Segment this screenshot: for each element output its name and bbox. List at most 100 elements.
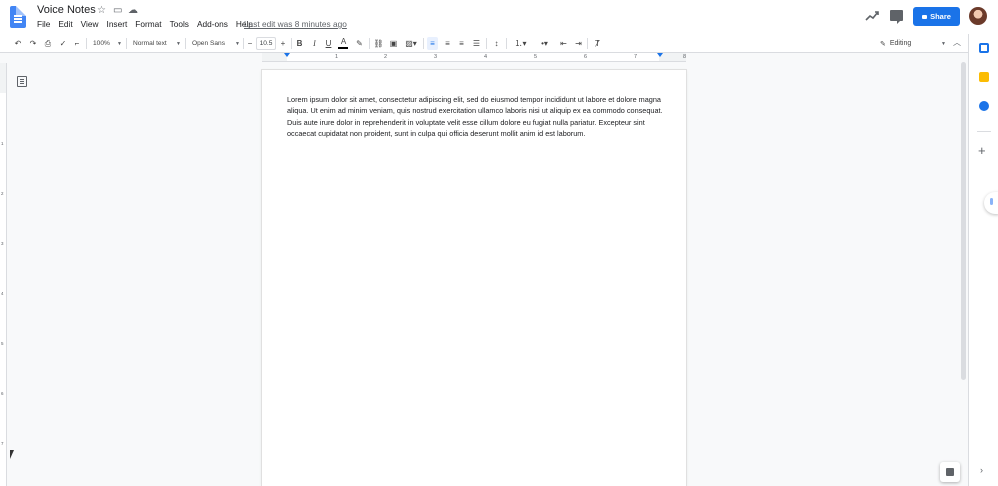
insert-link-icon[interactable]: ⛓ [373,37,384,50]
ruler-number: 6 [1,391,4,396]
vertical-ruler-body [0,93,6,486]
line-spacing-icon[interactable]: ↕ [491,37,502,50]
title-bar: Voice Notes ☆ ▭ ☁ File Edit View Insert … [0,0,998,34]
toolbar-divider [291,38,292,49]
ruler-number: 6 [584,54,588,60]
increase-indent-icon[interactable]: ⇥ [573,37,584,50]
ruler-number: 3 [1,241,4,246]
menu-insert[interactable]: Insert [107,19,128,29]
ruler-number: 7 [634,54,638,60]
toolbar-divider [243,38,244,49]
menu-format[interactable]: Format [135,19,161,29]
explore-icon[interactable] [940,462,960,482]
ruler-number: 5 [1,341,4,346]
ruler-number: 1 [335,54,339,60]
document-page[interactable]: Lorem ipsum dolor sit amet, consectetur … [262,70,686,486]
add-comment-icon[interactable]: ▣ [388,37,399,50]
spellcheck-icon[interactable]: ✓ [57,37,69,50]
ruler-number: 4 [1,291,4,296]
activity-dashboard-icon[interactable] [864,8,880,24]
menu-tools[interactable]: Tools [170,19,189,29]
paragraph-style-value: Normal text [133,40,167,47]
star-icon[interactable]: ☆ [97,5,106,17]
lock-icon [922,14,928,19]
ruler-number: 1 [1,141,4,146]
toolbar-divider [369,38,370,49]
hide-menus-icon[interactable]: ︿ [953,37,961,48]
ruler-number: 8 [683,54,687,60]
editing-mode-value: Editing [889,40,912,47]
chevron-right-icon[interactable]: › [980,465,983,475]
italic-button[interactable]: I [309,37,320,50]
highlight-color-icon[interactable]: ✎ [354,37,365,50]
horizontal-ruler[interactable]: 1 2 3 4 5 6 7 8 [262,53,686,62]
editing-mode-select[interactable]: ✎ Editing ▼ [880,37,946,50]
align-center-icon[interactable]: ≡ [442,37,453,50]
tasks-icon[interactable] [979,101,989,111]
zoom-value: 100% [93,40,110,47]
vertical-scrollbar[interactable] [961,62,966,380]
paint-format-icon[interactable]: ⌐ [71,37,83,50]
ruler-number: 2 [1,191,4,196]
chevron-down-icon: ▼ [941,40,946,47]
font-select[interactable]: Open Sans ▼ [192,37,240,50]
ruler-number: 3 [434,54,438,60]
redo-icon[interactable]: ↷ [27,37,39,50]
increase-font-size-button[interactable]: + [278,37,288,50]
document-title[interactable]: Voice Notes [37,4,96,16]
comment-history-icon[interactable] [890,10,903,24]
voice-typing-icon[interactable] [984,192,998,214]
google-docs-window: Voice Notes ☆ ▭ ☁ File Edit View Insert … [0,0,998,486]
numbered-list-icon[interactable]: ⒈▾ [510,37,531,50]
account-avatar[interactable] [969,7,987,25]
text-color-swatch [338,47,348,49]
insert-image-icon[interactable]: ▨▾ [402,37,420,50]
justify-icon[interactable]: ☰ [471,37,482,50]
last-edit-link[interactable]: Last edit was 8 minutes ago [244,19,347,29]
menu-add-ons[interactable]: Add-ons [197,19,228,29]
left-indent-marker[interactable] [284,53,290,57]
share-label: Share [930,12,951,21]
docs-logo-icon[interactable] [10,6,26,28]
share-button[interactable]: Share [913,7,960,26]
underline-button[interactable]: U [323,37,334,50]
font-size-input[interactable]: 10.5 [256,37,276,50]
vertical-ruler[interactable]: 1 2 3 4 5 6 7 [0,63,7,486]
menu-file[interactable]: File [37,19,50,29]
align-left-icon[interactable]: ≡ [427,37,438,50]
chevron-down-icon: ▼ [235,40,240,47]
toolbar-divider [486,38,487,49]
right-indent-marker[interactable] [657,53,663,57]
bold-button[interactable]: B [294,37,305,50]
zoom-select[interactable]: 100% ▼ [93,37,122,50]
document-outline-icon[interactable] [17,76,27,87]
decrease-font-size-button[interactable]: − [245,37,255,50]
ruler-number: 2 [384,54,388,60]
toolbar: ↶ ↷ ⎙ ✓ ⌐ 100% ▼ Normal text ▼ Open Sans… [0,34,998,53]
calendar-icon[interactable] [979,43,989,53]
align-right-icon[interactable]: ≡ [456,37,467,50]
pencil-icon: ✎ [880,40,886,48]
toolbar-divider [185,38,186,49]
paragraph-style-select[interactable]: Normal text ▼ [133,37,181,50]
keep-icon[interactable] [979,72,989,82]
menu-edit[interactable]: Edit [58,19,72,29]
cloud-status-icon[interactable]: ☁ [128,5,138,17]
chevron-down-icon: ▼ [117,40,122,47]
document-body-text[interactable]: Lorem ipsum dolor sit amet, consectetur … [287,94,663,140]
get-add-ons-icon[interactable]: + [978,144,986,157]
ruler-number: 7 [1,441,4,446]
move-folder-icon[interactable]: ▭ [113,5,122,17]
mouse-pointer-icon [10,450,14,459]
toolbar-divider [587,38,588,49]
text-color-button[interactable]: A [338,37,349,47]
print-icon[interactable]: ⎙ [42,37,54,50]
bulleted-list-icon[interactable]: •▾ [534,37,555,50]
decrease-indent-icon[interactable]: ⇤ [558,37,569,50]
clear-formatting-icon[interactable]: Ⱦ [592,37,603,50]
ruler-number: 4 [484,54,488,60]
chevron-down-icon: ▼ [176,40,181,47]
undo-icon[interactable]: ↶ [12,37,24,50]
menu-view[interactable]: View [81,19,99,29]
side-panel-divider [977,131,991,132]
